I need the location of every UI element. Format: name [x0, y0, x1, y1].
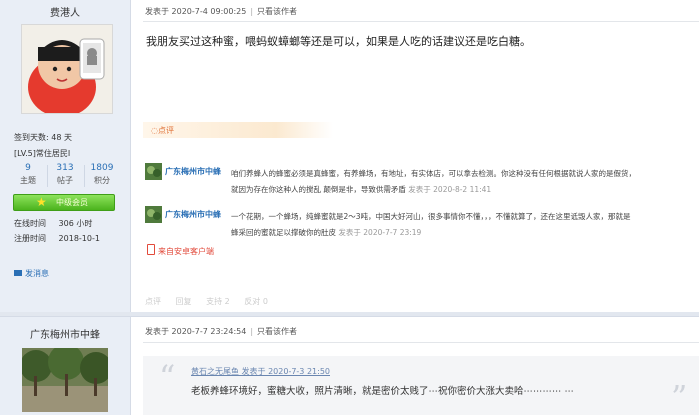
comment-tab[interactable]: ◌点评 [143, 122, 343, 138]
send-message-link[interactable]: 发消息 [14, 268, 49, 279]
commenter-avatar[interactable] [145, 163, 162, 180]
post-content: 我朋友买过这种蜜，喂蚂蚁蟑螂等还是可以，如果是人吃的话建议还是吃白糖。 [146, 35, 531, 48]
column-divider [130, 0, 131, 415]
register-time: 注册时间 2018-10-1 [14, 234, 100, 243]
comment-time: 发表于 2020-7-7 23:19 [338, 228, 422, 237]
android-avatar-icon [22, 25, 112, 113]
commenter-name[interactable]: 广东梅州市中蜂 [165, 166, 221, 177]
post-date: 发表于 2020-7-4 09:00:25 [145, 7, 247, 16]
author-name[interactable]: 费港人 [0, 4, 130, 19]
comment-time: 发表于 2020-8-2 11:41 [408, 185, 492, 194]
quote-close-icon: ” [671, 378, 688, 416]
reply-action[interactable]: 回复 [176, 297, 192, 306]
orchard-photo [22, 348, 108, 412]
meta-divider [143, 342, 699, 343]
quote-open-icon: “ [159, 358, 176, 396]
android-client-link[interactable]: 来自安卓客户端 [147, 244, 214, 257]
sign-days: 签到天数: 48 天 [14, 133, 72, 142]
user-avatar[interactable] [22, 348, 108, 412]
comment-icon: ◌ [151, 126, 158, 135]
meta-divider [143, 21, 699, 22]
comment-action[interactable]: 点评 [145, 297, 161, 306]
quote-block: “ 黄石之无尾鱼 发表于 2020-7-3 21:50 老板养蜂环境好，蜜糖大收… [143, 356, 699, 416]
post-actions: 点评 回复 支持 2 反对 0 [145, 296, 280, 307]
comment-text: 一个花期，一个蜂场，纯蜂蜜就是2～3吨，中国大好河山，很多事情你不懂，，，不懂就… [231, 212, 631, 237]
author-name[interactable]: 广东梅州市中蜂 [0, 326, 130, 341]
commenter-avatar[interactable] [145, 206, 162, 223]
post-meta: 发表于 2020-7-4 09:00:25 | 只看该作者 [145, 7, 298, 16]
quote-author[interactable]: 黄石之无尾鱼 发表于 2020-7-3 21:50 [191, 366, 330, 377]
user-avatar[interactable] [21, 24, 113, 114]
commenter-name[interactable]: 广东梅州市中蜂 [165, 209, 221, 220]
post-divider [0, 316, 699, 317]
user-counts: 9 主题 313 帖子 1809 积分 [10, 163, 120, 189]
points-count[interactable]: 1809 积分 [84, 163, 120, 186]
user-level: [LV.5]常住居民I [14, 149, 71, 158]
comment-text: 咱们养蜂人的蜂蜜必须是真蜂蜜，有养蜂场，有地址，有实体店，可以拿去检测。你这种没… [231, 169, 636, 194]
oppose-action[interactable]: 反对 0 [244, 297, 268, 306]
star-icon: ★ [36, 195, 47, 209]
author-only-link[interactable]: 只看该作者 [257, 327, 297, 336]
post-date: 发表于 2020-7-7 23:24:54 [145, 327, 247, 336]
online-time: 在线时间 306 小时 [14, 219, 93, 228]
rank-badge: ★ 中级会员 [13, 194, 115, 211]
author-only-link[interactable]: 只看该作者 [257, 7, 297, 16]
support-action[interactable]: 支持 2 [206, 297, 230, 306]
posts-count[interactable]: 313 帖子 [47, 163, 83, 186]
quote-text: 老板养蜂环境好，蜜糖大收，照片清晰，就是密价太贱了⋯祝你密价大涨大卖哈⋯⋯⋯⋯ … [191, 386, 575, 397]
phone-icon [147, 244, 155, 255]
envelope-icon [14, 270, 22, 276]
threads-count[interactable]: 9 主题 [10, 163, 46, 186]
post-meta: 发表于 2020-7-7 23:24:54 | 只看该作者 [145, 327, 298, 336]
